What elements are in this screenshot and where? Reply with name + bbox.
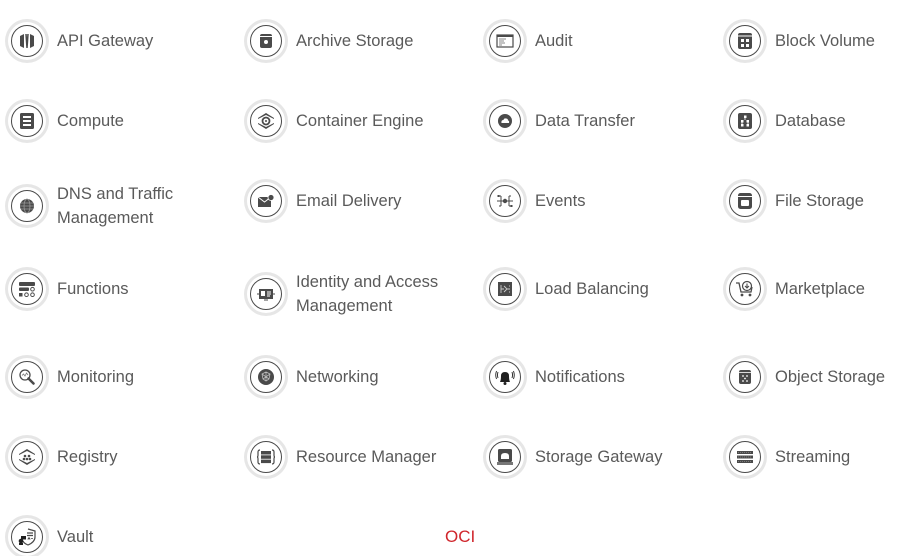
service-label: Networking [296, 368, 379, 386]
service-label: API Gateway [57, 32, 154, 50]
service-data-transfer[interactable]: Data Transfer [486, 102, 635, 140]
events-icon [486, 182, 524, 220]
container-engine-icon [247, 102, 285, 140]
compute-icon [8, 102, 46, 140]
block-volume-icon [726, 22, 764, 60]
file-storage-icon [726, 182, 764, 220]
service-label: Vault [57, 528, 94, 546]
dns-icon [8, 187, 46, 225]
service-label: Resource Manager [296, 448, 437, 466]
service-identity-access-management[interactable]: Identity and Access Management [247, 270, 456, 318]
storage-gateway-icon [486, 438, 524, 476]
service-compute[interactable]: Compute [8, 102, 124, 140]
vault-icon [8, 518, 46, 556]
data-transfer-icon [486, 102, 524, 140]
service-label: Block Volume [775, 32, 875, 50]
service-label: File Storage [775, 192, 864, 210]
service-load-balancing[interactable]: Load Balancing [486, 270, 649, 308]
networking-icon [247, 358, 285, 396]
service-label: Identity and Access Management [296, 273, 439, 315]
service-label: Compute [57, 112, 124, 130]
service-label: Streaming [775, 448, 851, 466]
service-label: Functions [57, 280, 129, 298]
service-notifications[interactable]: Notifications [486, 358, 625, 396]
service-block-volume[interactable]: Block Volume [726, 22, 875, 60]
service-label: Object Storage [775, 368, 886, 386]
service-functions[interactable]: Functions [8, 270, 129, 308]
registry-icon [8, 438, 46, 476]
service-resource-manager[interactable]: Resource Manager [247, 438, 436, 476]
service-label: Registry [57, 448, 118, 466]
service-label: Load Balancing [535, 280, 649, 298]
service-vault[interactable]: Vault [8, 518, 93, 556]
service-email-delivery[interactable]: Email Delivery [247, 182, 401, 220]
service-label: Notifications [535, 368, 625, 386]
service-registry[interactable]: Registry [8, 438, 118, 476]
service-label: Container Engine [296, 112, 424, 130]
service-marketplace[interactable]: Marketplace [726, 270, 865, 308]
load-balancing-icon [486, 270, 524, 308]
service-label: Audit [535, 32, 573, 50]
streaming-icon [726, 438, 764, 476]
database-icon [726, 102, 764, 140]
identity-access-icon [247, 275, 285, 313]
service-label: Database [775, 112, 846, 130]
service-archive-storage[interactable]: Archive Storage [247, 22, 413, 60]
oci-link[interactable]: OCI [445, 527, 475, 547]
resource-manager-icon [247, 438, 285, 476]
service-object-storage[interactable]: Object Storage [726, 358, 885, 396]
service-label: Events [535, 192, 586, 210]
service-api-gateway[interactable]: API Gateway [8, 22, 153, 60]
functions-icon [8, 270, 46, 308]
service-audit[interactable]: Audit [486, 22, 573, 60]
service-events[interactable]: Events [486, 182, 585, 220]
service-label: Data Transfer [535, 112, 635, 130]
service-label: Archive Storage [296, 32, 414, 50]
service-streaming[interactable]: Streaming [726, 438, 850, 476]
marketplace-icon [726, 270, 764, 308]
service-storage-gateway[interactable]: Storage Gateway [486, 438, 663, 476]
service-label: Marketplace [775, 280, 865, 298]
audit-icon [486, 22, 524, 60]
service-monitoring[interactable]: Monitoring [8, 358, 134, 396]
notifications-icon [486, 358, 524, 396]
service-label: Storage Gateway [535, 448, 663, 466]
monitoring-icon [8, 358, 46, 396]
archive-storage-icon [247, 22, 285, 60]
service-dns-traffic-management[interactable]: DNS and Traffic Management [8, 182, 187, 230]
service-networking[interactable]: Networking [247, 358, 379, 396]
service-label: Monitoring [57, 368, 135, 386]
api-gateway-icon [8, 22, 46, 60]
service-label: Email Delivery [296, 192, 402, 210]
email-delivery-icon [247, 182, 285, 220]
service-file-storage[interactable]: File Storage [726, 182, 864, 220]
object-storage-icon [726, 358, 764, 396]
service-container-engine[interactable]: Container Engine [247, 102, 424, 140]
service-database[interactable]: Database [726, 102, 846, 140]
service-label: DNS and Traffic Management [57, 185, 174, 227]
